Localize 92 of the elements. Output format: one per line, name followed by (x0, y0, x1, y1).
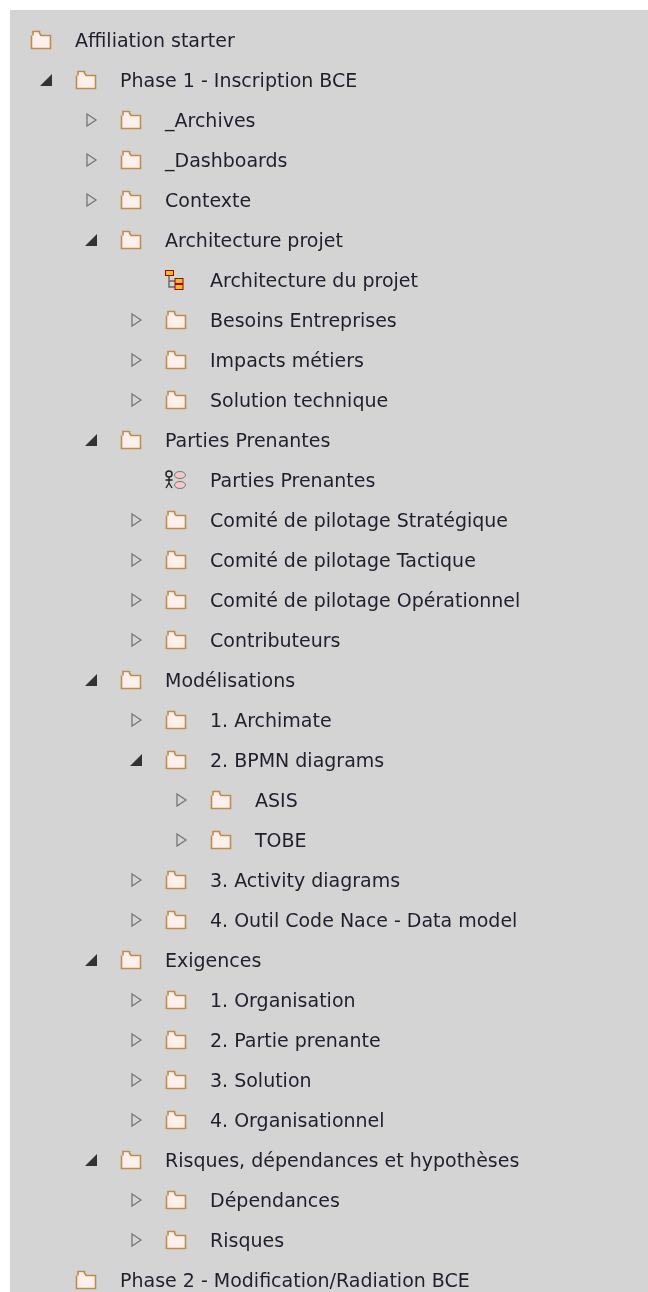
folder-icon (165, 1190, 187, 1210)
tree-item-label[interactable]: Modélisations (165, 669, 296, 691)
collapse-toggle-icon[interactable] (84, 433, 98, 447)
folder-icon (30, 30, 52, 50)
folder-icon (165, 350, 187, 370)
folder-icon (165, 750, 187, 770)
expand-toggle-icon[interactable] (174, 833, 188, 847)
expand-toggle-icon[interactable] (84, 113, 98, 127)
folder-icon (210, 830, 232, 850)
tree-item-label[interactable]: Phase 1 - Inscription BCE (120, 69, 358, 91)
folder-icon (165, 1230, 187, 1250)
expand-toggle-icon[interactable] (129, 353, 143, 367)
folder-icon (165, 870, 187, 890)
tree-item-label[interactable]: Dépendances (210, 1189, 340, 1211)
expand-toggle-icon[interactable] (129, 633, 143, 647)
expand-toggle-icon[interactable] (129, 393, 143, 407)
expand-toggle-icon[interactable] (174, 793, 188, 807)
expand-toggle-icon[interactable] (129, 913, 143, 927)
folder-icon (165, 590, 187, 610)
tree-item-label[interactable]: 2. BPMN diagrams (210, 749, 385, 771)
expand-toggle-icon[interactable] (129, 593, 143, 607)
tree-item-label[interactable]: Exigences (165, 949, 262, 971)
collapse-toggle-icon[interactable] (84, 233, 98, 247)
tree-item-label[interactable]: 2. Partie prenante (210, 1029, 381, 1051)
tree-item-label[interactable]: 3. Activity diagrams (210, 869, 401, 891)
tree-item-label[interactable]: 3. Solution (210, 1069, 312, 1091)
tree-item-label[interactable]: ASIS (255, 789, 298, 811)
tree-item-label[interactable]: Affiliation starter (75, 29, 235, 51)
folder-icon (165, 710, 187, 730)
folder-icon (120, 230, 142, 250)
tree-item-label[interactable]: _Dashboards (165, 149, 288, 171)
expand-toggle-icon[interactable] (129, 553, 143, 567)
folder-icon (120, 950, 142, 970)
folder-icon (165, 1070, 187, 1090)
folder-icon (120, 190, 142, 210)
expand-toggle-icon[interactable] (129, 713, 143, 727)
expand-toggle-icon[interactable] (129, 993, 143, 1007)
tree-item-label[interactable]: 4. Outil Code Nace - Data model (210, 909, 518, 931)
expand-toggle-icon[interactable] (129, 1033, 143, 1047)
tree-item-label[interactable]: Architecture projet (165, 229, 343, 251)
expand-toggle-icon[interactable] (129, 1113, 143, 1127)
use-case-diagram-icon (165, 470, 187, 490)
tree-item-label[interactable]: Risques, dépendances et hypothèses (165, 1149, 520, 1171)
folder-icon (210, 790, 232, 810)
folder-icon (165, 550, 187, 570)
tree-item-label[interactable]: Comité de pilotage Tactique (210, 549, 476, 571)
collapse-toggle-icon[interactable] (84, 673, 98, 687)
expand-toggle-icon[interactable] (84, 193, 98, 207)
folder-icon (165, 910, 187, 930)
folder-icon (165, 990, 187, 1010)
folder-icon (165, 1030, 187, 1050)
folder-icon (165, 630, 187, 650)
expand-toggle-icon[interactable] (129, 873, 143, 887)
tree-item-label[interactable]: Contributeurs (210, 629, 341, 651)
tree-item-label[interactable]: 1. Archimate (210, 709, 332, 731)
tree-item-label[interactable]: TOBE (255, 829, 307, 851)
collapse-toggle-icon[interactable] (84, 953, 98, 967)
folder-icon (120, 670, 142, 690)
folder-icon (165, 1110, 187, 1130)
tree-item-label[interactable]: Comité de pilotage Opérationnel (210, 589, 521, 611)
collapse-toggle-icon[interactable] (129, 753, 143, 767)
folder-icon (165, 390, 187, 410)
tree-item-label[interactable]: _Archives (165, 109, 256, 131)
tree-item-label[interactable]: Besoins Entreprises (210, 309, 397, 331)
folder-icon (120, 150, 142, 170)
tree-item-label[interactable]: Comité de pilotage Stratégique (210, 509, 508, 531)
tree-item-label[interactable]: 4. Organisationnel (210, 1109, 385, 1131)
expand-toggle-icon[interactable] (129, 313, 143, 327)
folder-icon (165, 510, 187, 530)
expand-toggle-icon[interactable] (129, 1073, 143, 1087)
tree-item-label[interactable]: Risques (210, 1229, 285, 1251)
folder-icon (120, 1150, 142, 1170)
expand-toggle-icon[interactable] (84, 153, 98, 167)
collapse-toggle-icon[interactable] (84, 1153, 98, 1167)
tree-item-label[interactable]: Architecture du projet (210, 269, 418, 291)
folder-icon (165, 310, 187, 330)
tree-item-label[interactable]: Parties Prenantes (210, 469, 376, 491)
tree-item-label[interactable]: Impacts métiers (210, 349, 364, 371)
hierarchy-diagram-icon (165, 270, 187, 290)
folder-icon (120, 110, 142, 130)
folder-icon (120, 430, 142, 450)
tree-item-label[interactable]: Parties Prenantes (165, 429, 331, 451)
expand-toggle-icon[interactable] (129, 1233, 143, 1247)
folder-icon (75, 1270, 97, 1290)
collapse-toggle-icon[interactable] (39, 73, 53, 87)
tree-item-label[interactable]: Contexte (165, 189, 252, 211)
tree-item-label[interactable]: 1. Organisation (210, 989, 356, 1011)
expand-toggle-icon[interactable] (129, 1193, 143, 1207)
expand-toggle-icon[interactable] (129, 513, 143, 527)
tree-item-label[interactable]: Phase 2 - Modification/Radiation BCE (120, 1269, 470, 1291)
folder-icon (75, 70, 97, 90)
tree-item-label[interactable]: Solution technique (210, 389, 389, 411)
